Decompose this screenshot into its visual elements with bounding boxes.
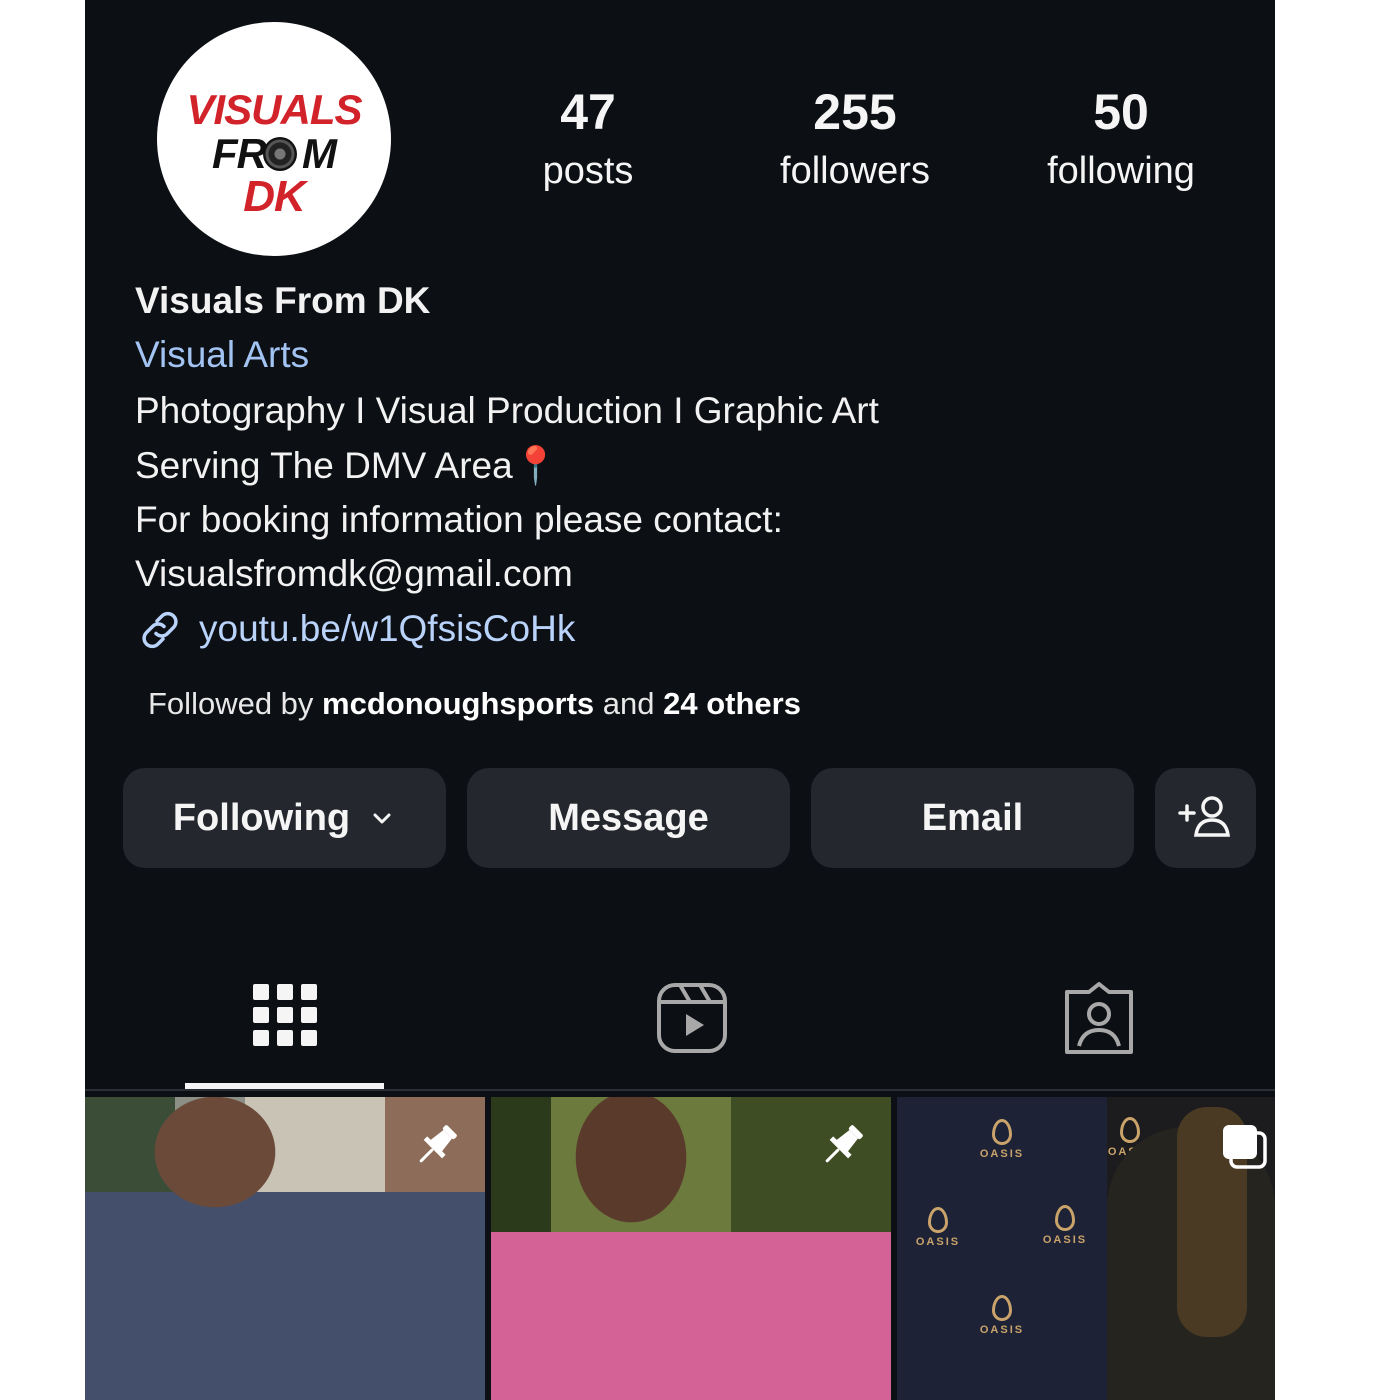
profile-screen: VISUALS FR M DK 47 posts 255 followers 50… xyxy=(85,0,1275,1400)
oasis-logo: OASIS xyxy=(903,1207,973,1248)
stat-followers[interactable]: 255 followers xyxy=(755,82,955,196)
tagged-icon xyxy=(1065,982,1133,1054)
camera-lens-icon xyxy=(263,137,297,171)
stat-label: following xyxy=(1047,150,1195,192)
post-thumbnail-3[interactable]: OASIS OASIS OASIS OASIS OASIS xyxy=(897,1097,1275,1400)
following-button[interactable]: Following xyxy=(123,768,446,868)
followed-by-text[interactable]: Followed by mcdonoughsports and 24 other… xyxy=(148,686,801,722)
grid-icon xyxy=(253,984,317,1046)
stat-following[interactable]: 50 following xyxy=(1021,82,1221,196)
following-button-label: Following xyxy=(172,796,351,839)
logo-text-visuals: VISUALS xyxy=(186,86,362,133)
logo-text-dk: DK xyxy=(243,172,306,221)
message-button[interactable]: Message xyxy=(467,768,790,868)
reels-icon xyxy=(657,983,727,1053)
bio-email[interactable]: Visualsfromdk@gmail.com xyxy=(135,552,573,596)
tab-tagged[interactable] xyxy=(1059,978,1139,1058)
oasis-logo: OASIS xyxy=(967,1119,1037,1160)
profile-category[interactable]: Visual Arts xyxy=(135,333,309,377)
pin-icon xyxy=(825,1125,863,1163)
profile-link-text: youtu.be/w1QfsisCoHk xyxy=(199,608,576,649)
profile-name: Visuals From DK xyxy=(135,280,431,321)
pin-icon xyxy=(419,1125,457,1163)
bio-line: For booking information please contact: xyxy=(135,499,783,540)
bio-line: Serving The DMV Area📍 xyxy=(135,445,559,486)
chevron-down-icon xyxy=(373,813,391,824)
profile-avatar[interactable]: VISUALS FR M DK xyxy=(157,22,391,256)
stat-label: followers xyxy=(780,150,930,192)
email-button[interactable]: Email xyxy=(811,768,1134,868)
add-user-icon xyxy=(1177,796,1230,837)
followed-by-middle: and xyxy=(594,686,664,721)
followed-by-others: 24 others xyxy=(663,686,801,721)
stat-count: 255 xyxy=(813,84,897,140)
tab-divider xyxy=(85,1089,1275,1091)
stat-label: posts xyxy=(542,150,634,192)
stat-count: 47 xyxy=(560,84,616,140)
tab-reels[interactable] xyxy=(652,978,732,1058)
message-button-label: Message xyxy=(548,796,709,839)
oasis-logo: OASIS xyxy=(967,1295,1037,1336)
followed-by-prefix: Followed by xyxy=(148,686,323,721)
post-thumbnail-2[interactable] xyxy=(491,1097,891,1400)
oasis-logo: OASIS xyxy=(1030,1205,1100,1246)
followed-by-user: mcdonoughsports xyxy=(322,686,595,721)
post-thumbnail-1[interactable] xyxy=(85,1097,485,1400)
stat-posts[interactable]: 47 posts xyxy=(488,82,688,196)
email-button-label: Email xyxy=(921,796,1024,839)
stat-count: 50 xyxy=(1093,84,1149,140)
bio-line: Photography I Visual Production I Graphi… xyxy=(135,390,879,431)
add-user-button[interactable] xyxy=(1155,768,1256,868)
link-icon xyxy=(142,611,178,649)
carousel-icon xyxy=(1223,1125,1267,1169)
tab-posts-grid[interactable] xyxy=(245,978,325,1058)
